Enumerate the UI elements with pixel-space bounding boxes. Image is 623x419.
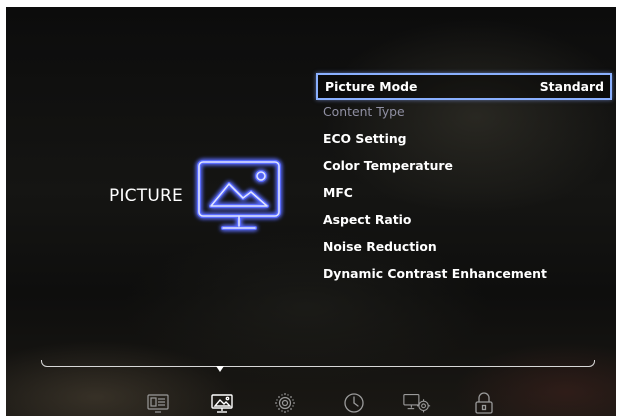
- tab-timer[interactable]: [339, 391, 369, 415]
- tab-input-source[interactable]: [143, 391, 173, 415]
- picture-mode-value: Standard: [539, 79, 604, 94]
- tab-picture[interactable]: [207, 391, 237, 415]
- menu-item-label: MFC: [323, 185, 353, 200]
- settings-icon: [403, 394, 431, 413]
- input-source-icon: [147, 394, 169, 413]
- picture-icon: [197, 160, 281, 230]
- tab-sound[interactable]: [270, 391, 300, 415]
- menu-item-mfc[interactable]: MFC: [316, 181, 612, 208]
- tab-bar-divider: [41, 360, 595, 367]
- menu-item-label: Noise Reduction: [323, 239, 437, 254]
- category-title: PICTURE: [109, 186, 183, 206]
- menu-item-content-type: Content Type: [316, 100, 612, 127]
- menu-item-noise-reduction[interactable]: Noise Reduction: [316, 235, 612, 262]
- tab-lock[interactable]: [469, 391, 499, 415]
- lock-icon: [475, 392, 493, 414]
- menu-item-aspect-ratio[interactable]: Aspect Ratio: [316, 208, 612, 235]
- tv-screen: PICTURE Picture Mode Standard Content Ty…: [6, 7, 616, 416]
- clock-icon: [344, 393, 364, 413]
- menu-item-label: Content Type: [323, 104, 405, 119]
- menu-item-label: Dynamic Contrast Enhancement: [323, 266, 547, 281]
- menu-item-label: Picture Mode: [325, 79, 418, 94]
- menu-item-color-temperature[interactable]: Color Temperature: [316, 154, 612, 181]
- picture-tab-icon: [211, 394, 233, 413]
- menu-item-label: Color Temperature: [323, 158, 453, 173]
- sound-icon: [275, 393, 295, 413]
- tab-setup[interactable]: [402, 391, 432, 415]
- active-tab-pointer: [216, 366, 224, 372]
- menu-item-picture-mode[interactable]: Picture Mode Standard: [316, 73, 612, 100]
- picture-menu: Picture Mode Standard Content Type ECO S…: [316, 73, 612, 289]
- settings-tab-bar: [6, 391, 616, 416]
- menu-item-eco-setting[interactable]: ECO Setting: [316, 127, 612, 154]
- menu-item-dynamic-contrast-enhancement[interactable]: Dynamic Contrast Enhancement: [316, 262, 612, 289]
- menu-item-label: ECO Setting: [323, 131, 407, 146]
- menu-item-label: Aspect Ratio: [323, 212, 412, 227]
